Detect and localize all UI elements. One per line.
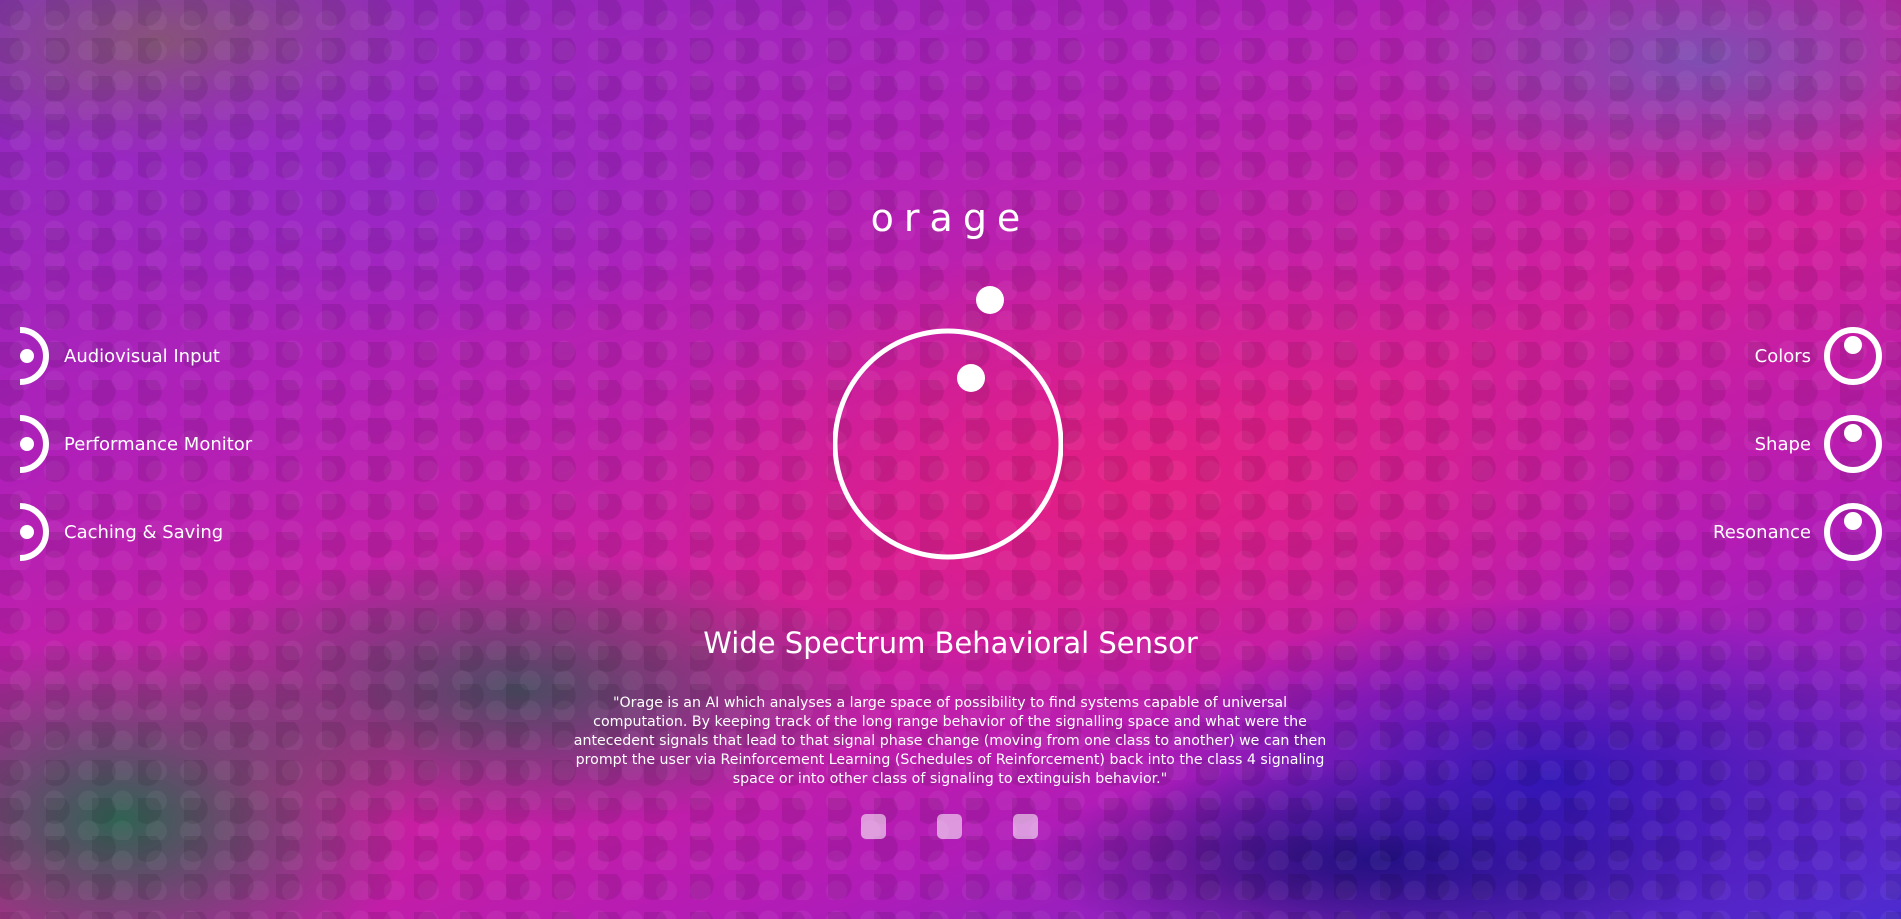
pager [861, 814, 1038, 839]
menu-item-shape[interactable]: Shape [1713, 414, 1883, 474]
menu-item-label: Shape [1754, 433, 1811, 455]
ring-dot-icon [1824, 503, 1882, 561]
sensor-inner-dot [957, 364, 985, 392]
pager-dot-2[interactable] [937, 814, 962, 839]
half-ring-dot-icon [19, 415, 49, 473]
menu-item-label: Caching & Saving [64, 521, 224, 543]
ring-dot-icon [1824, 415, 1882, 473]
app-title: orage [870, 196, 1031, 240]
pager-dot-3[interactable] [1013, 814, 1038, 839]
section-description: "Orage is an AI which analyses a large s… [573, 695, 1327, 787]
menu-item-audiovisual-input[interactable]: Audiovisual Input [18, 326, 252, 386]
half-ring-dot-icon [19, 503, 49, 561]
half-ring-dot-icon [19, 327, 49, 385]
left-menu: Audiovisual Input Performance Monitor Ca… [18, 326, 252, 590]
section-title: Wide Spectrum Behavioral Sensor [703, 626, 1198, 660]
menu-item-label: Colors [1754, 345, 1811, 367]
sensor-orbit-dot [976, 286, 1004, 314]
behavior-sensor [833, 286, 1063, 560]
ring-dot-icon [1824, 327, 1882, 385]
pager-dot-1[interactable] [861, 814, 886, 839]
menu-item-label: Performance Monitor [64, 433, 253, 455]
right-menu: Colors Shape Resonance [1713, 326, 1883, 590]
menu-item-performance-monitor[interactable]: Performance Monitor [18, 414, 252, 474]
sensor-ring [833, 328, 1063, 560]
menu-item-label: Resonance [1713, 521, 1811, 543]
menu-item-colors[interactable]: Colors [1713, 326, 1883, 386]
menu-item-resonance[interactable]: Resonance [1713, 502, 1883, 562]
menu-item-caching-saving[interactable]: Caching & Saving [18, 502, 252, 562]
menu-item-label: Audiovisual Input [64, 345, 220, 367]
